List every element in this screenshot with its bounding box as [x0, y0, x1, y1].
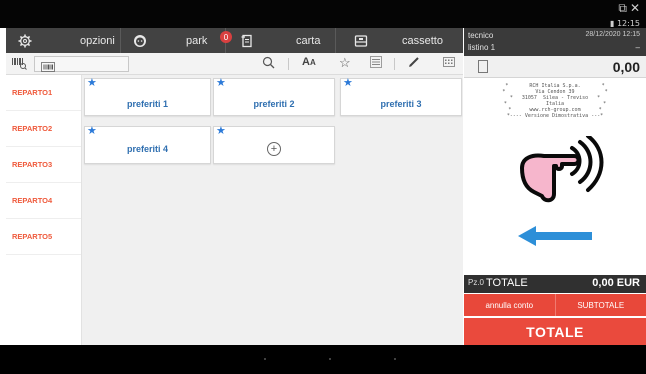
separator — [394, 58, 395, 70]
park-button[interactable]: park 0 — [121, 28, 232, 53]
drawer-button[interactable]: cassetto — [336, 28, 463, 53]
price-list-dash: – — [635, 43, 640, 52]
department-button[interactable]: REPARTO2 — [6, 111, 81, 147]
total-button[interactable]: TOTALE — [464, 318, 646, 345]
nav-dot — [264, 358, 266, 360]
barcode-scan-icon[interactable] — [11, 56, 27, 73]
favorite-label: preferiti 4 — [126, 144, 168, 154]
pencil-icon[interactable] — [408, 56, 420, 71]
receipt-text: * RCH Italia S.p.a. * * Via Cendon 39 * … — [502, 83, 608, 119]
department-button[interactable]: REPARTO5 — [6, 219, 81, 255]
star-icon[interactable]: ☆ — [339, 55, 351, 71]
department-button[interactable]: REPARTO4 — [6, 183, 81, 219]
department-label: REPARTO2 — [12, 124, 53, 133]
gear-icon — [14, 33, 36, 49]
barcode-input[interactable] — [34, 56, 129, 72]
department-label: REPARTO4 — [12, 196, 53, 205]
header-datetime: 28/12/2020 12:15 — [585, 31, 641, 38]
arrow-left-icon — [518, 226, 592, 246]
options-button[interactable]: opzioni — [6, 28, 121, 53]
clock-text: 12:15 — [616, 19, 640, 28]
total-value: 0,00 EUR — [592, 277, 640, 289]
operator-name: tecnico — [468, 31, 494, 40]
add-favorite-button[interactable]: ★ + — [213, 125, 335, 164]
face-icon — [129, 33, 151, 49]
star-icon: ★ — [216, 125, 226, 137]
card-button[interactable]: carta — [226, 28, 336, 53]
separator — [288, 58, 289, 70]
tap-hand-icon — [520, 136, 604, 203]
keyboard-icon[interactable] — [443, 56, 455, 71]
amount-display: 0,00 — [464, 56, 646, 78]
search-icon[interactable] — [262, 56, 275, 72]
star-icon: ★ — [343, 77, 353, 89]
favorite-label: preferiti 3 — [380, 99, 422, 109]
star-icon: ★ — [87, 77, 97, 89]
title-bar: ⧉ ✕ ▮ 12:15 — [0, 0, 646, 28]
department-list: REPARTO1 REPARTO2 REPARTO3 REPARTO4 REPA… — [6, 75, 82, 345]
main-toolbar: opzioni park 0 carta cassetto — [6, 28, 463, 53]
amount-value: 0,00 — [612, 59, 640, 75]
list-icon[interactable] — [370, 56, 382, 71]
subtotal-button[interactable]: SUBTOTALE — [555, 294, 646, 316]
favorite-button[interactable]: ★ preferiti 3 — [340, 77, 462, 116]
price-list[interactable]: listino 1 — [468, 43, 495, 52]
favorite-button[interactable]: ★ preferiti 4 — [84, 125, 211, 164]
pos-window: ⧉ ✕ ▮ 12:15 opzioni park 0 carta cassett… — [0, 0, 646, 374]
card-label: carta — [296, 34, 321, 47]
action-buttons: annulla conto SUBTOTALE — [464, 294, 646, 316]
calculator-icon[interactable] — [478, 60, 488, 73]
drawer-label: cassetto — [402, 34, 443, 47]
search-toolbar: AA ☆ — [6, 53, 463, 75]
star-icon: ★ — [87, 125, 97, 137]
cancel-bill-button[interactable]: annulla conto — [464, 294, 556, 316]
total-label: TOTALE — [486, 277, 528, 289]
nav-dot — [329, 358, 331, 360]
favorite-button[interactable]: ★ preferiti 1 — [84, 77, 211, 116]
receipt-preview: * RCH Italia S.p.a. * * Via Cendon 39 * … — [464, 78, 646, 275]
receipt-header: tecnico 28/12/2020 12:15 listino 1 – — [464, 28, 646, 56]
font-size-icon[interactable]: AA — [302, 56, 316, 68]
favorite-button[interactable]: ★ preferiti 2 — [213, 77, 335, 116]
nav-dot — [394, 358, 396, 360]
status-clock: ▮ 12:15 — [610, 19, 640, 28]
plus-icon: + — [267, 142, 281, 156]
card-icon — [236, 33, 258, 49]
star-icon: ★ — [216, 77, 226, 89]
department-button[interactable]: REPARTO3 — [6, 147, 81, 183]
navigation-bar — [0, 345, 646, 374]
battery-icon: ▮ — [609, 19, 615, 28]
favorite-label: preferiti 2 — [253, 99, 295, 109]
favorite-label: preferiti 1 — [126, 99, 168, 109]
department-button[interactable]: REPARTO1 — [6, 75, 81, 111]
pieces-count: Pz.0 — [468, 278, 485, 287]
restore-icon[interactable]: ⧉ — [618, 1, 627, 15]
department-label: REPARTO5 — [12, 232, 53, 241]
drawer-icon — [350, 33, 372, 49]
park-label: park — [186, 34, 208, 47]
department-label: REPARTO3 — [12, 160, 53, 169]
totals-row: Pz.0 TOTALE 0,00 EUR — [464, 275, 646, 293]
department-label: REPARTO1 — [12, 88, 53, 97]
close-icon[interactable]: ✕ — [630, 1, 640, 15]
window-controls: ⧉ ✕ — [615, 1, 640, 16]
favorites-grid: ★ preferiti 1 ★ preferiti 2 ★ preferiti … — [82, 75, 463, 345]
options-label: opzioni — [80, 34, 115, 47]
